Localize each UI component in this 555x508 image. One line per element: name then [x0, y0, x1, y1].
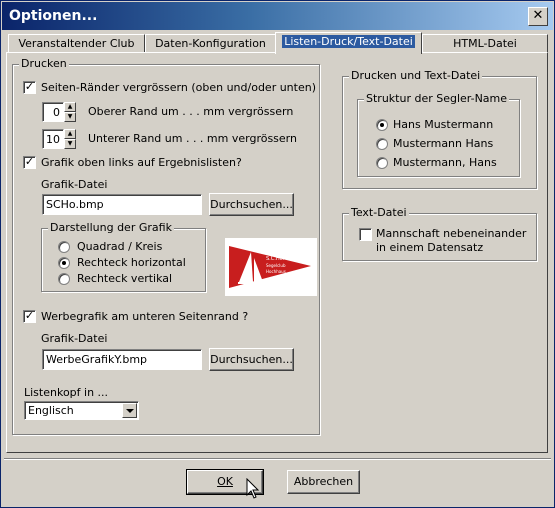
- header-select[interactable]: Englisch: [24, 401, 139, 420]
- name-structure-legend: Struktur der Segler-Name: [364, 92, 510, 105]
- radio-rechteck-vertikal[interactable]: [58, 273, 70, 285]
- tab-html-datei[interactable]: HTML-Datei: [422, 34, 548, 53]
- window-title: Optionen...: [9, 8, 98, 24]
- graphic-browse-button[interactable]: Durchsuchen...: [209, 193, 294, 216]
- radio-mustermann-hans[interactable]: [376, 138, 388, 150]
- options-dialog: Optionen... ✕ Veranstaltender Club Daten…: [0, 0, 555, 508]
- tab-daten-konfiguration[interactable]: Daten-Konfiguration: [145, 34, 276, 53]
- radio-mustermann-comma-hans-label: Mustermann, Hans: [393, 156, 497, 169]
- tab-bar: Veranstaltender Club Daten-Konfiguration…: [8, 32, 548, 54]
- ad-file-input[interactable]: WerbeGrafikY.bmp: [42, 349, 202, 370]
- name-structure-group: Struktur der Segler-Name Hans Mustermann…: [357, 92, 520, 177]
- ad-browse-button[interactable]: Durchsuchen...: [209, 348, 294, 371]
- footer-separator: [4, 458, 551, 460]
- radio-quadrad[interactable]: [58, 241, 70, 253]
- radio-hans-mustermann-label: Hans Mustermann: [393, 118, 494, 131]
- margins-checkbox[interactable]: ✓: [23, 81, 36, 94]
- display-legend: Darstellung der Grafik: [48, 221, 174, 234]
- top-margin-spinner[interactable]: ▲ ▼: [64, 102, 76, 122]
- svg-text:S.C.Ho.: S.C.Ho.: [266, 256, 285, 262]
- bottom-margin-spinner[interactable]: ▲ ▼: [64, 129, 76, 149]
- drucken-legend: Drucken: [19, 57, 69, 70]
- drucken-group: Drucken ✓ Seiten-Ränder vergrössern (obe…: [12, 57, 320, 435]
- radio-quadrad-label: Quadrad / Kreis: [77, 240, 163, 253]
- top-margin-input[interactable]: 0: [42, 102, 64, 122]
- ad-checkbox[interactable]: ✓: [23, 310, 36, 323]
- graphic-file-input[interactable]: SCHo.bmp: [42, 194, 202, 215]
- svg-text:Hochhaus: Hochhaus: [266, 269, 286, 274]
- tab-veranstaltender-club[interactable]: Veranstaltender Club: [8, 34, 145, 53]
- club-logo: S.C.Ho. Segelclub Hochhaus: [225, 238, 317, 296]
- graphic-file-label: Grafik-Datei: [41, 178, 108, 191]
- bottom-margin-label: Unterer Rand um . . . mm vergrössern: [88, 132, 297, 145]
- header-label: Listenkopf in ...: [24, 386, 109, 399]
- tab-listen-druck[interactable]: Listen-Druck/Text-Datei: [275, 32, 422, 54]
- radio-hans-mustermann[interactable]: [376, 119, 388, 131]
- ad-checkbox-label: Werbegrafik am unteren Seitenrand ?: [41, 310, 249, 323]
- text-datei-group: Text-Datei Mannschaft nebeneinander in e…: [342, 206, 537, 261]
- druck-text-group: Drucken und Text-Datei Struktur der Segl…: [342, 69, 537, 189]
- radio-rechteck-vertikal-label: Rechteck vertikal: [77, 272, 173, 285]
- druck-text-legend: Drucken und Text-Datei: [349, 69, 483, 82]
- chevron-down-icon[interactable]: [122, 403, 137, 418]
- margins-checkbox-label: Seiten-Ränder vergrössern (oben und/oder…: [41, 81, 316, 94]
- graphic-checkbox[interactable]: ✓: [23, 156, 36, 169]
- graphic-checkbox-label: Grafik oben links auf Ergebnislisten?: [41, 156, 242, 169]
- top-margin-label: Oberer Rand um . . . mm vergrössern: [88, 105, 294, 118]
- header-select-value: Englisch: [28, 404, 74, 417]
- mannschaft-label: Mannschaft nebeneinander in einem Datens…: [376, 227, 527, 254]
- svg-text:Segelclub: Segelclub: [266, 263, 286, 268]
- title-bar: Optionen... ✕: [2, 2, 553, 30]
- pennant-icon: S.C.Ho. Segelclub Hochhaus: [229, 246, 311, 288]
- bottom-margin-input[interactable]: 10: [42, 129, 64, 149]
- radio-mustermann-hans-label: Mustermann Hans: [393, 137, 494, 150]
- tab-panel: Drucken ✓ Seiten-Ränder vergrössern (obe…: [6, 52, 548, 453]
- mannschaft-checkbox[interactable]: [359, 228, 372, 241]
- ad-file-label: Grafik-Datei: [41, 332, 108, 345]
- radio-rechteck-horizontal[interactable]: [58, 257, 70, 269]
- close-icon[interactable]: ✕: [528, 7, 548, 26]
- radio-mustermann-comma-hans[interactable]: [376, 157, 388, 169]
- mouse-cursor-icon: [246, 478, 260, 499]
- text-datei-legend: Text-Datei: [349, 206, 409, 219]
- display-group: Darstellung der Grafik Quadrad / Kreis R…: [41, 221, 206, 292]
- cancel-button[interactable]: Abbrechen: [287, 470, 360, 494]
- radio-rechteck-horizontal-label: Rechteck horizontal: [77, 256, 186, 269]
